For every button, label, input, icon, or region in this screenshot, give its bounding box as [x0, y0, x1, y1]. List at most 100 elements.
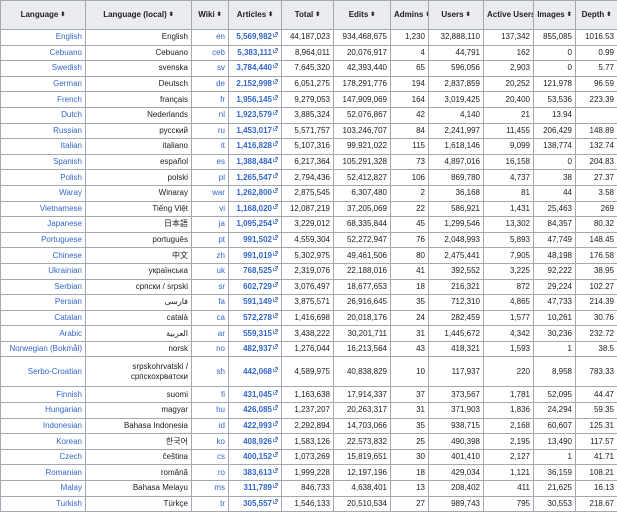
wiki-code-link[interactable]: ar — [218, 329, 225, 338]
articles-link[interactable]: 305,557 — [243, 499, 272, 508]
sort-icon[interactable]: ⬍ — [370, 10, 375, 20]
language-link[interactable]: Italian — [61, 141, 82, 150]
column-header-language[interactable]: Language ⬍ — [0, 0, 86, 30]
language-link[interactable]: Serbo-Croatian — [28, 367, 82, 376]
language-link[interactable]: German — [53, 79, 82, 88]
language-link[interactable]: Norwegian (Bokmål) — [10, 344, 82, 353]
articles-link[interactable]: 422,993 — [243, 421, 272, 430]
language-link[interactable]: Chinese — [53, 251, 82, 260]
language-link[interactable]: Ukrainian — [48, 266, 82, 275]
articles-link[interactable]: 572,278 — [243, 313, 272, 322]
wiki-code-link[interactable]: ca — [217, 313, 225, 322]
language-link[interactable]: English — [56, 32, 82, 41]
language-link[interactable]: Spanish — [53, 157, 82, 166]
external-link-icon[interactable] — [273, 367, 278, 372]
wiki-code-link[interactable]: zh — [217, 251, 225, 260]
external-link-icon[interactable] — [273, 499, 278, 504]
language-link[interactable]: Serbian — [54, 282, 82, 291]
articles-link[interactable]: 991,019 — [243, 251, 272, 260]
external-link-icon[interactable] — [273, 172, 278, 178]
language-link[interactable]: Dutch — [61, 110, 82, 119]
wiki-code-link[interactable]: pl — [219, 173, 225, 182]
articles-link[interactable]: 431,045 — [243, 390, 272, 399]
language-link[interactable]: Czech — [59, 452, 82, 461]
external-link-icon[interactable] — [273, 344, 278, 349]
articles-link[interactable]: 1,416,828 — [236, 141, 272, 150]
external-link-icon[interactable] — [273, 79, 278, 84]
external-link-icon[interactable] — [273, 297, 278, 303]
wiki-code-link[interactable]: no — [216, 344, 225, 353]
external-link-icon[interactable] — [273, 94, 278, 100]
column-header-active-users[interactable]: Active Users⬍ — [483, 0, 534, 30]
wiki-code-link[interactable]: ro — [218, 468, 225, 477]
sort-icon[interactable]: ⬍ — [60, 10, 65, 20]
sort-icon[interactable]: ⬍ — [169, 10, 174, 20]
external-link-icon[interactable] — [273, 48, 278, 53]
wiki-code-link[interactable]: fi — [221, 390, 225, 399]
language-link[interactable]: Arabic — [59, 329, 82, 338]
external-link-icon[interactable] — [273, 389, 278, 395]
language-link[interactable]: Korean — [56, 437, 82, 446]
articles-link[interactable]: 768,525 — [243, 266, 272, 275]
articles-link[interactable]: 426,085 — [243, 405, 272, 414]
language-link[interactable]: Persian — [55, 297, 82, 306]
wiki-code-link[interactable]: ja — [219, 219, 225, 228]
articles-link[interactable]: 311,789 — [244, 483, 272, 492]
language-link[interactable]: Romanian — [46, 468, 82, 477]
wiki-code-link[interactable]: cs — [217, 452, 225, 461]
language-link[interactable]: Japanese — [47, 219, 82, 228]
articles-link[interactable]: 1,262,800 — [236, 188, 272, 197]
column-header-users[interactable]: Users ⬍ — [428, 0, 484, 30]
language-link[interactable]: French — [57, 95, 82, 104]
language-link[interactable]: Portuguese — [41, 235, 82, 244]
articles-link[interactable]: 591,149 — [243, 297, 272, 306]
external-link-icon[interactable] — [273, 483, 278, 489]
articles-link[interactable]: 991,502 — [243, 235, 272, 244]
articles-link[interactable]: 442,068 — [243, 367, 272, 376]
articles-link[interactable]: 1,956,145 — [236, 95, 272, 104]
wiki-code-link[interactable]: en — [216, 32, 225, 41]
language-link[interactable]: Hungarian — [45, 405, 82, 414]
external-link-icon[interactable] — [273, 281, 278, 287]
articles-link[interactable]: 1,453,017 — [236, 126, 272, 135]
articles-link[interactable]: 400,152 — [243, 452, 272, 461]
column-header-images[interactable]: Images ⬍ — [533, 0, 576, 30]
articles-link[interactable]: 2,152,998 — [236, 79, 272, 88]
articles-link[interactable]: 1,388,484 — [236, 157, 272, 166]
wiki-code-link[interactable]: ceb — [212, 48, 225, 57]
articles-link[interactable]: 1,095,254 — [236, 219, 272, 228]
external-link-icon[interactable] — [273, 266, 278, 272]
column-header-depth[interactable]: Depth ⬍ — [575, 0, 617, 30]
wiki-code-link[interactable]: fr — [220, 95, 225, 104]
language-link[interactable]: Indonesian — [43, 421, 82, 430]
wiki-code-link[interactable]: sr — [218, 282, 225, 291]
external-link-icon[interactable] — [273, 126, 278, 131]
articles-link[interactable]: 408,926 — [243, 437, 272, 446]
column-header-admins[interactable]: Admins⬍ — [390, 0, 429, 30]
external-link-icon[interactable] — [273, 235, 278, 240]
articles-link[interactable]: 1,265,547 — [236, 173, 272, 182]
external-link-icon[interactable] — [273, 219, 278, 225]
column-header-total[interactable]: Total ⬍ — [281, 0, 334, 30]
articles-link[interactable]: 1,168,020 — [236, 204, 272, 213]
wiki-code-link[interactable]: war — [212, 188, 225, 197]
column-header-edits[interactable]: Edits ⬍ — [333, 0, 391, 30]
language-link[interactable]: Turkish — [56, 499, 82, 508]
sort-icon[interactable]: ⬍ — [466, 10, 471, 20]
external-link-icon[interactable] — [273, 110, 278, 116]
sort-icon[interactable]: ⬍ — [567, 10, 572, 20]
external-link-icon[interactable] — [273, 157, 278, 162]
external-link-icon[interactable] — [273, 63, 278, 69]
external-link-icon[interactable] — [273, 328, 278, 334]
language-link[interactable]: Finnish — [56, 390, 82, 399]
sort-icon[interactable]: ⬍ — [606, 10, 611, 20]
wiki-code-link[interactable]: ru — [218, 126, 225, 135]
articles-link[interactable]: 482,937 — [243, 344, 272, 353]
language-link[interactable]: Waray — [59, 188, 82, 197]
language-link[interactable]: Catalan — [54, 313, 82, 322]
wiki-code-link[interactable]: hu — [216, 405, 225, 414]
column-header-language-local[interactable]: Language (local) ⬍ — [85, 0, 192, 30]
wiki-code-link[interactable]: fa — [218, 297, 225, 306]
external-link-icon[interactable] — [273, 452, 278, 457]
articles-link[interactable]: 602,729 — [243, 282, 272, 291]
